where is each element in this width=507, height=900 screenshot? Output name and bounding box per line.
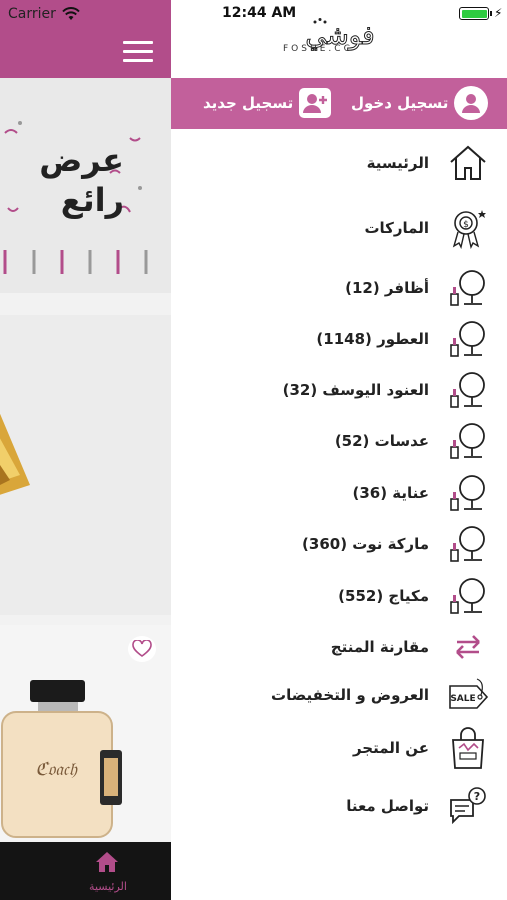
login-label: تسجيل دخول [351,94,449,112]
menu-item-contact[interactable]: ? تواصل معنا [171,780,507,832]
sale-tag-icon: SALE [445,672,491,718]
makeup-mirror-icon [445,573,491,619]
status-carrier: Carrier [0,0,171,28]
home-tab-icon[interactable] [94,850,120,874]
login-button[interactable]: تسجيل دخول [351,85,489,121]
menu-item-care[interactable]: عناية (36) [171,467,507,519]
menu-item-lenses[interactable]: عدسات (52) [171,415,507,467]
menu-item-home[interactable]: الرئيسية [171,137,507,189]
makeup-mirror-icon [445,521,491,567]
menu-item-offers[interactable]: SALE العروض و التخفيضات [171,669,507,721]
svg-text:?: ? [474,790,480,803]
menu-label: العطور (1148) [316,330,429,348]
menu-label: تواصل معنا [346,797,429,815]
menu-label: مقارنة المنتج [330,638,429,656]
menu-label: عدسات (52) [334,432,429,450]
wifi-icon [62,7,80,20]
brand-logo-latin: FOSHE.CC [283,44,353,54]
menu-label: عن المتجر [352,739,429,757]
favorite-heart-icon[interactable] [128,636,156,662]
perfume-bottle-image [0,413,30,495]
compare-arrows-icon [445,624,491,670]
svg-text:SALE: SALE [450,694,475,704]
hamburger-menu-icon[interactable] [123,41,153,63]
promo-title-line1: عرض [39,141,124,179]
makeup-mirror-icon [445,470,491,516]
svg-text:$: $ [463,220,469,230]
battery-icon [459,7,489,20]
auth-bar: تسجيل دخول تسجيل جديد [171,78,507,129]
menu-label: أظافر (12) [345,279,429,297]
makeup-mirror-icon [445,367,491,413]
badge-icon: $ [445,205,491,251]
menu-item-makeup[interactable]: مكياج (552) [171,570,507,622]
promo-title-line2: رائع [60,181,124,219]
add-user-icon [299,88,332,118]
menu-label: الماركات [364,219,429,237]
menu-item-brands[interactable]: $ الماركات [171,202,507,254]
makeup-mirror-icon [445,418,491,464]
menu-item-alanoud[interactable]: العنود اليوسف (32) [171,364,507,416]
perfume-bottle-image: ℭ𝔬𝔞𝔠𝔥 [1,680,122,838]
menu-label: الرئيسية [366,154,429,172]
menu-label: مكياج (552) [338,587,429,605]
menu-label: عناية (36) [352,484,429,502]
navigation-drawer: 12:44 AM ⚡ فوشي FOSHE.CC تسجيل دخول تسجي… [171,0,507,900]
menu-item-perfumes[interactable]: العطور (1148) [171,313,507,365]
promo-ticks [3,250,148,274]
user-icon [454,86,489,120]
menu-item-compare[interactable]: مقارنة المنتج [171,621,507,673]
home-icon [445,140,491,186]
tab-home-label[interactable]: الرئيسية [80,880,136,893]
svg-text:ℭ𝔬𝔞𝔠𝔥: ℭ𝔬𝔞𝔠𝔥 [35,759,78,780]
charging-icon: ⚡ [494,6,503,20]
menu-item-about[interactable]: عن المتجر [171,722,507,774]
shopping-bag-icon [445,725,491,771]
menu-item-note-brand[interactable]: ماركة نوت (360) [171,518,507,570]
menu-item-nails[interactable]: أظافر (12) [171,262,507,314]
makeup-mirror-icon [445,316,491,362]
carrier-label: Carrier [8,6,56,22]
chat-question-icon: ? [445,783,491,829]
makeup-mirror-icon [445,265,491,311]
menu-label: العنود اليوسف (32) [282,381,429,399]
background-app: Carrier عرض رائع ℭ𝔬𝔞𝔠𝔥 الرئيسية [0,0,171,900]
register-button[interactable]: تسجيل جديد [203,85,332,121]
register-label: تسجيل جديد [203,94,294,112]
menu-label: العروض و التخفيضات [271,686,429,704]
menu-label: ماركة نوت (360) [302,535,429,553]
